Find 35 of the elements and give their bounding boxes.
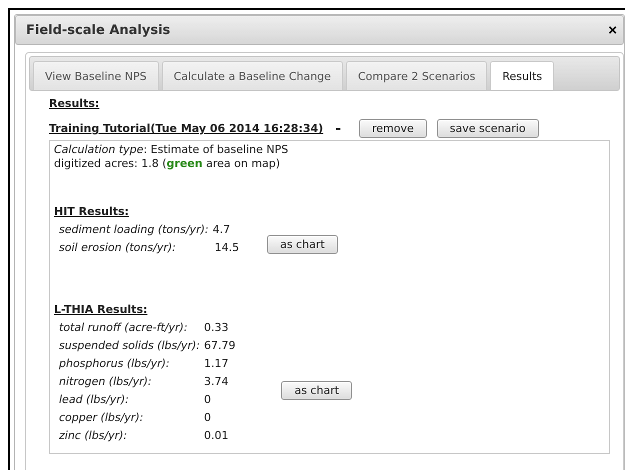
result-value: 67.79 bbox=[204, 338, 236, 353]
result-label: suspended solids (lbs/yr): bbox=[59, 338, 200, 353]
chart-button[interactable]: as chart bbox=[281, 381, 352, 400]
scenario-button[interactable]: remove bbox=[359, 119, 427, 138]
result-label: sediment loading (tons/yr): bbox=[59, 222, 209, 237]
tab[interactable]: Compare 2 Scenarios bbox=[346, 61, 488, 90]
result-value: 0 bbox=[204, 392, 212, 407]
results-heading: Results: bbox=[49, 97, 100, 110]
result-label: soil erosion (tons/yr): bbox=[59, 240, 177, 255]
tab[interactable]: Results bbox=[490, 61, 554, 90]
result-value: 0.01 bbox=[204, 428, 230, 443]
result-value: 3.74 bbox=[204, 374, 230, 389]
result-value: 0.33 bbox=[204, 320, 230, 335]
tab[interactable]: View Baseline NPS bbox=[33, 61, 159, 90]
result-value: 1.17 bbox=[204, 356, 230, 371]
dash: - bbox=[335, 120, 341, 136]
result-label: copper (lbs/yr): bbox=[59, 410, 144, 425]
result-value: 14.5 bbox=[214, 240, 240, 255]
window-title: Field-scale Analysis bbox=[26, 22, 170, 38]
result-label: zinc (lbs/yr): bbox=[59, 428, 128, 443]
info-line: Calculation type: Estimate of baseline NPS bbox=[54, 143, 290, 157]
chart-button[interactable]: as chart bbox=[267, 235, 338, 254]
result-label: lead (lbs/yr): bbox=[59, 392, 130, 407]
scenario-title: Training Tutorial(Tue May 06 2014 16:28:34) bbox=[49, 122, 324, 135]
section-heading: L-THIA Results: bbox=[54, 303, 148, 316]
result-value: 0 bbox=[204, 410, 212, 425]
section-heading: HIT Results: bbox=[54, 205, 130, 218]
result-value: 4.7 bbox=[212, 222, 232, 237]
close-button[interactable]: × bbox=[608, 22, 617, 38]
result-label: phosphorus (lbs/yr): bbox=[59, 356, 171, 371]
scenario-button[interactable]: save scenario bbox=[436, 119, 539, 138]
tab[interactable]: Calculate a Baseline Change bbox=[162, 61, 343, 90]
info-line: digitized acres: 1.8 (green area on map) bbox=[54, 157, 282, 171]
result-label: total runoff (acre-ft/yr): bbox=[59, 320, 189, 335]
result-label: nitrogen (lbs/yr): bbox=[59, 374, 153, 389]
